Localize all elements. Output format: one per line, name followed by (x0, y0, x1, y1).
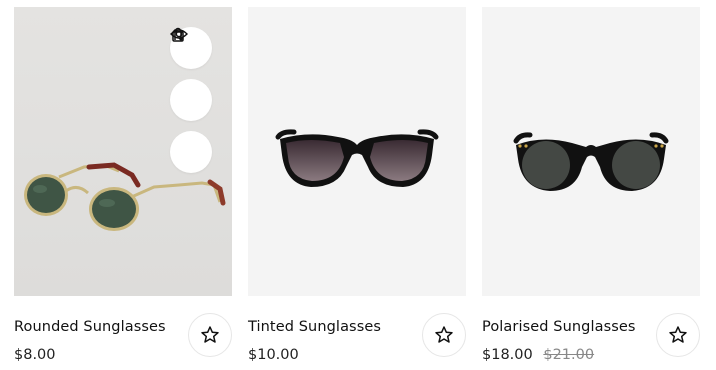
quick-view-button[interactable] (170, 29, 212, 173)
product-card[interactable]: Tinted Sunglasses $10.00 (248, 7, 466, 366)
product-price: $18.00 (482, 347, 533, 363)
product-card[interactable]: Polarised Sunglasses $18.00 $21.00 (482, 7, 700, 366)
wishlist-button[interactable] (188, 313, 232, 357)
product-image[interactable] (14, 7, 232, 296)
product-name[interactable]: Tinted Sunglasses (248, 319, 381, 335)
star-icon (201, 326, 219, 343)
product-name[interactable]: Polarised Sunglasses (482, 319, 636, 335)
product-card[interactable]: Rounded Sunglasses $8.00 (14, 7, 232, 366)
product-price: $8.00 (14, 347, 56, 363)
star-icon (669, 326, 687, 343)
quick-actions (170, 27, 212, 173)
product-name[interactable]: Rounded Sunglasses (14, 319, 166, 335)
wishlist-button[interactable] (422, 313, 466, 357)
eye-icon (170, 29, 188, 39)
polarised-sunglasses-image (513, 132, 669, 191)
compare-button[interactable] (170, 28, 212, 121)
product-image[interactable] (482, 7, 700, 296)
product-image[interactable] (248, 7, 466, 296)
wishlist-button[interactable] (656, 313, 700, 357)
product-price: $10.00 (248, 347, 299, 363)
tinted-sunglasses-image (275, 129, 439, 187)
product-old-price: $21.00 (543, 347, 595, 363)
star-icon (435, 326, 453, 343)
